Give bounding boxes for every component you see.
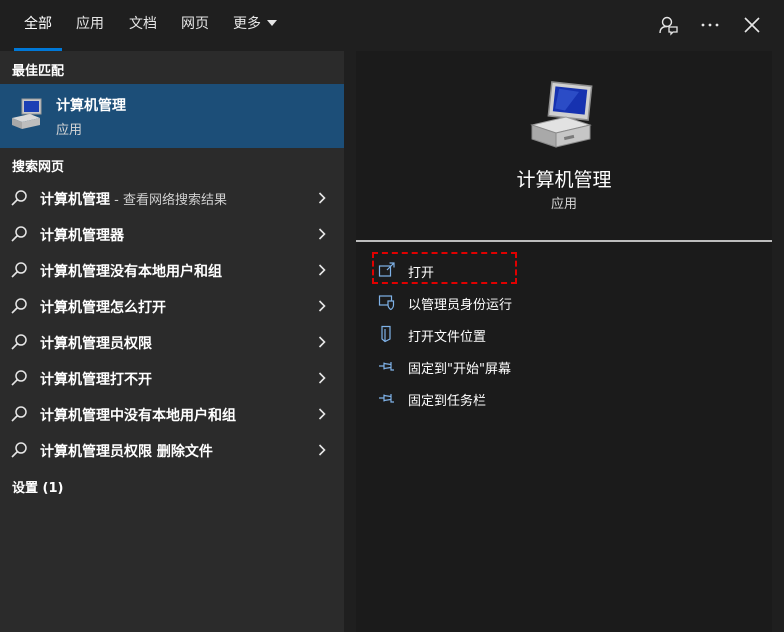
run-as-admin-icon — [378, 295, 395, 311]
divider — [356, 240, 772, 242]
search-icon — [11, 226, 27, 242]
tab-web[interactable]: 网页 — [181, 0, 209, 51]
search-icon — [11, 442, 27, 458]
tab-apps-label: 应用 — [76, 16, 104, 32]
tab-web-label: 网页 — [181, 16, 209, 32]
web-result-item[interactable]: 计算机管理器 — [0, 216, 344, 252]
tab-documents[interactable]: 文档 — [129, 0, 157, 51]
run-as-admin-label: 以管理员身份运行 — [408, 298, 513, 313]
best-match-header: 最佳匹配 — [12, 64, 65, 79]
details-panel: 计算机管理 应用 打开 以管理员身份运行 打开文件位置 固定到"开始"屏幕 固定… — [356, 51, 772, 632]
web-result-item[interactable]: 计算机管理打不开 — [0, 360, 344, 396]
web-result-item[interactable]: 计算机管理怎么打开 — [0, 288, 344, 324]
app-title: 计算机管理 — [516, 169, 612, 191]
chevron-right-icon — [318, 264, 326, 276]
best-match-title: 计算机管理 — [56, 98, 126, 114]
pin-icon — [379, 394, 394, 403]
web-result-suffix: - 查看网络搜索结果 — [110, 193, 227, 208]
right-edge — [772, 51, 784, 632]
run-as-admin-action[interactable]: 以管理员身份运行 — [378, 289, 658, 315]
tab-apps[interactable]: 应用 — [76, 0, 104, 51]
search-icon — [11, 190, 27, 206]
open-file-location-label: 打开文件位置 — [408, 330, 487, 345]
search-icon — [11, 262, 27, 278]
search-icon — [11, 406, 27, 422]
tab-more[interactable]: 更多 — [233, 0, 277, 51]
search-tabs-bar: 全部 应用 文档 网页 更多 — [0, 0, 784, 51]
web-result-item[interactable]: 计算机管理员权限 — [0, 324, 344, 360]
pin-to-start-label: 固定到"开始"屏幕 — [408, 362, 511, 377]
chevron-down-icon — [267, 20, 277, 26]
web-result-item[interactable]: 计算机管理 - 查看网络搜索结果 — [0, 180, 344, 216]
web-result-label: 计算机管理员权限 — [40, 336, 152, 352]
search-icon — [11, 370, 27, 386]
computer-management-icon — [12, 98, 42, 129]
web-result-item[interactable]: 计算机管理员权限 删除文件 — [0, 432, 344, 468]
search-icon — [11, 334, 27, 350]
web-result-label: 计算机管理员权限 删除文件 — [40, 444, 213, 460]
tab-documents-label: 文档 — [129, 16, 157, 32]
open-file-location-action[interactable]: 打开文件位置 — [378, 321, 658, 347]
chevron-right-icon — [318, 444, 326, 456]
settings-header[interactable]: 设置 (1) — [12, 477, 63, 496]
file-location-icon — [381, 325, 391, 343]
best-match-item[interactable]: 计算机管理 应用 — [0, 84, 344, 148]
web-result-text: 计算机管理 — [40, 192, 110, 208]
results-panel: 最佳匹配 计算机管理 应用 搜索网页 计算机管理 - 查看网络搜索结果 计算机管… — [0, 51, 344, 632]
web-result-label: 计算机管理中没有本地用户和组 — [40, 408, 236, 424]
web-search-header: 搜索网页 — [12, 160, 65, 175]
computer-management-icon — [530, 81, 593, 148]
web-result-item[interactable]: 计算机管理中没有本地用户和组 — [0, 396, 344, 432]
pin-to-start-action[interactable]: 固定到"开始"屏幕 — [378, 353, 658, 379]
tab-all-label: 全部 — [24, 16, 52, 32]
pin-icon — [379, 362, 394, 371]
web-result-label: 计算机管理 - 查看网络搜索结果 — [40, 189, 227, 209]
web-result-label: 计算机管理没有本地用户和组 — [40, 264, 222, 280]
web-result-label: 计算机管理打不开 — [40, 372, 152, 388]
annotation-highlight — [372, 252, 517, 284]
app-type-label: 应用 — [550, 197, 577, 212]
pin-to-taskbar-action[interactable]: 固定到任务栏 — [378, 385, 658, 411]
chevron-right-icon — [318, 228, 326, 240]
chevron-right-icon — [318, 300, 326, 312]
feedback-icon[interactable] — [657, 14, 679, 36]
web-result-label: 计算机管理器 — [40, 228, 124, 244]
chevron-right-icon — [318, 408, 326, 420]
chevron-right-icon — [318, 192, 326, 204]
chevron-right-icon — [318, 372, 326, 384]
search-icon — [11, 298, 27, 314]
tab-all[interactable]: 全部 — [14, 0, 62, 51]
more-icon[interactable] — [699, 14, 721, 36]
best-match-subtitle: 应用 — [56, 123, 83, 138]
tab-more-label: 更多 — [233, 16, 261, 32]
panel-divider — [344, 51, 356, 632]
close-icon[interactable] — [741, 14, 763, 36]
web-result-label: 计算机管理怎么打开 — [40, 300, 166, 316]
pin-to-taskbar-label: 固定到任务栏 — [408, 394, 487, 409]
chevron-right-icon — [318, 336, 326, 348]
web-result-item[interactable]: 计算机管理没有本地用户和组 — [0, 252, 344, 288]
